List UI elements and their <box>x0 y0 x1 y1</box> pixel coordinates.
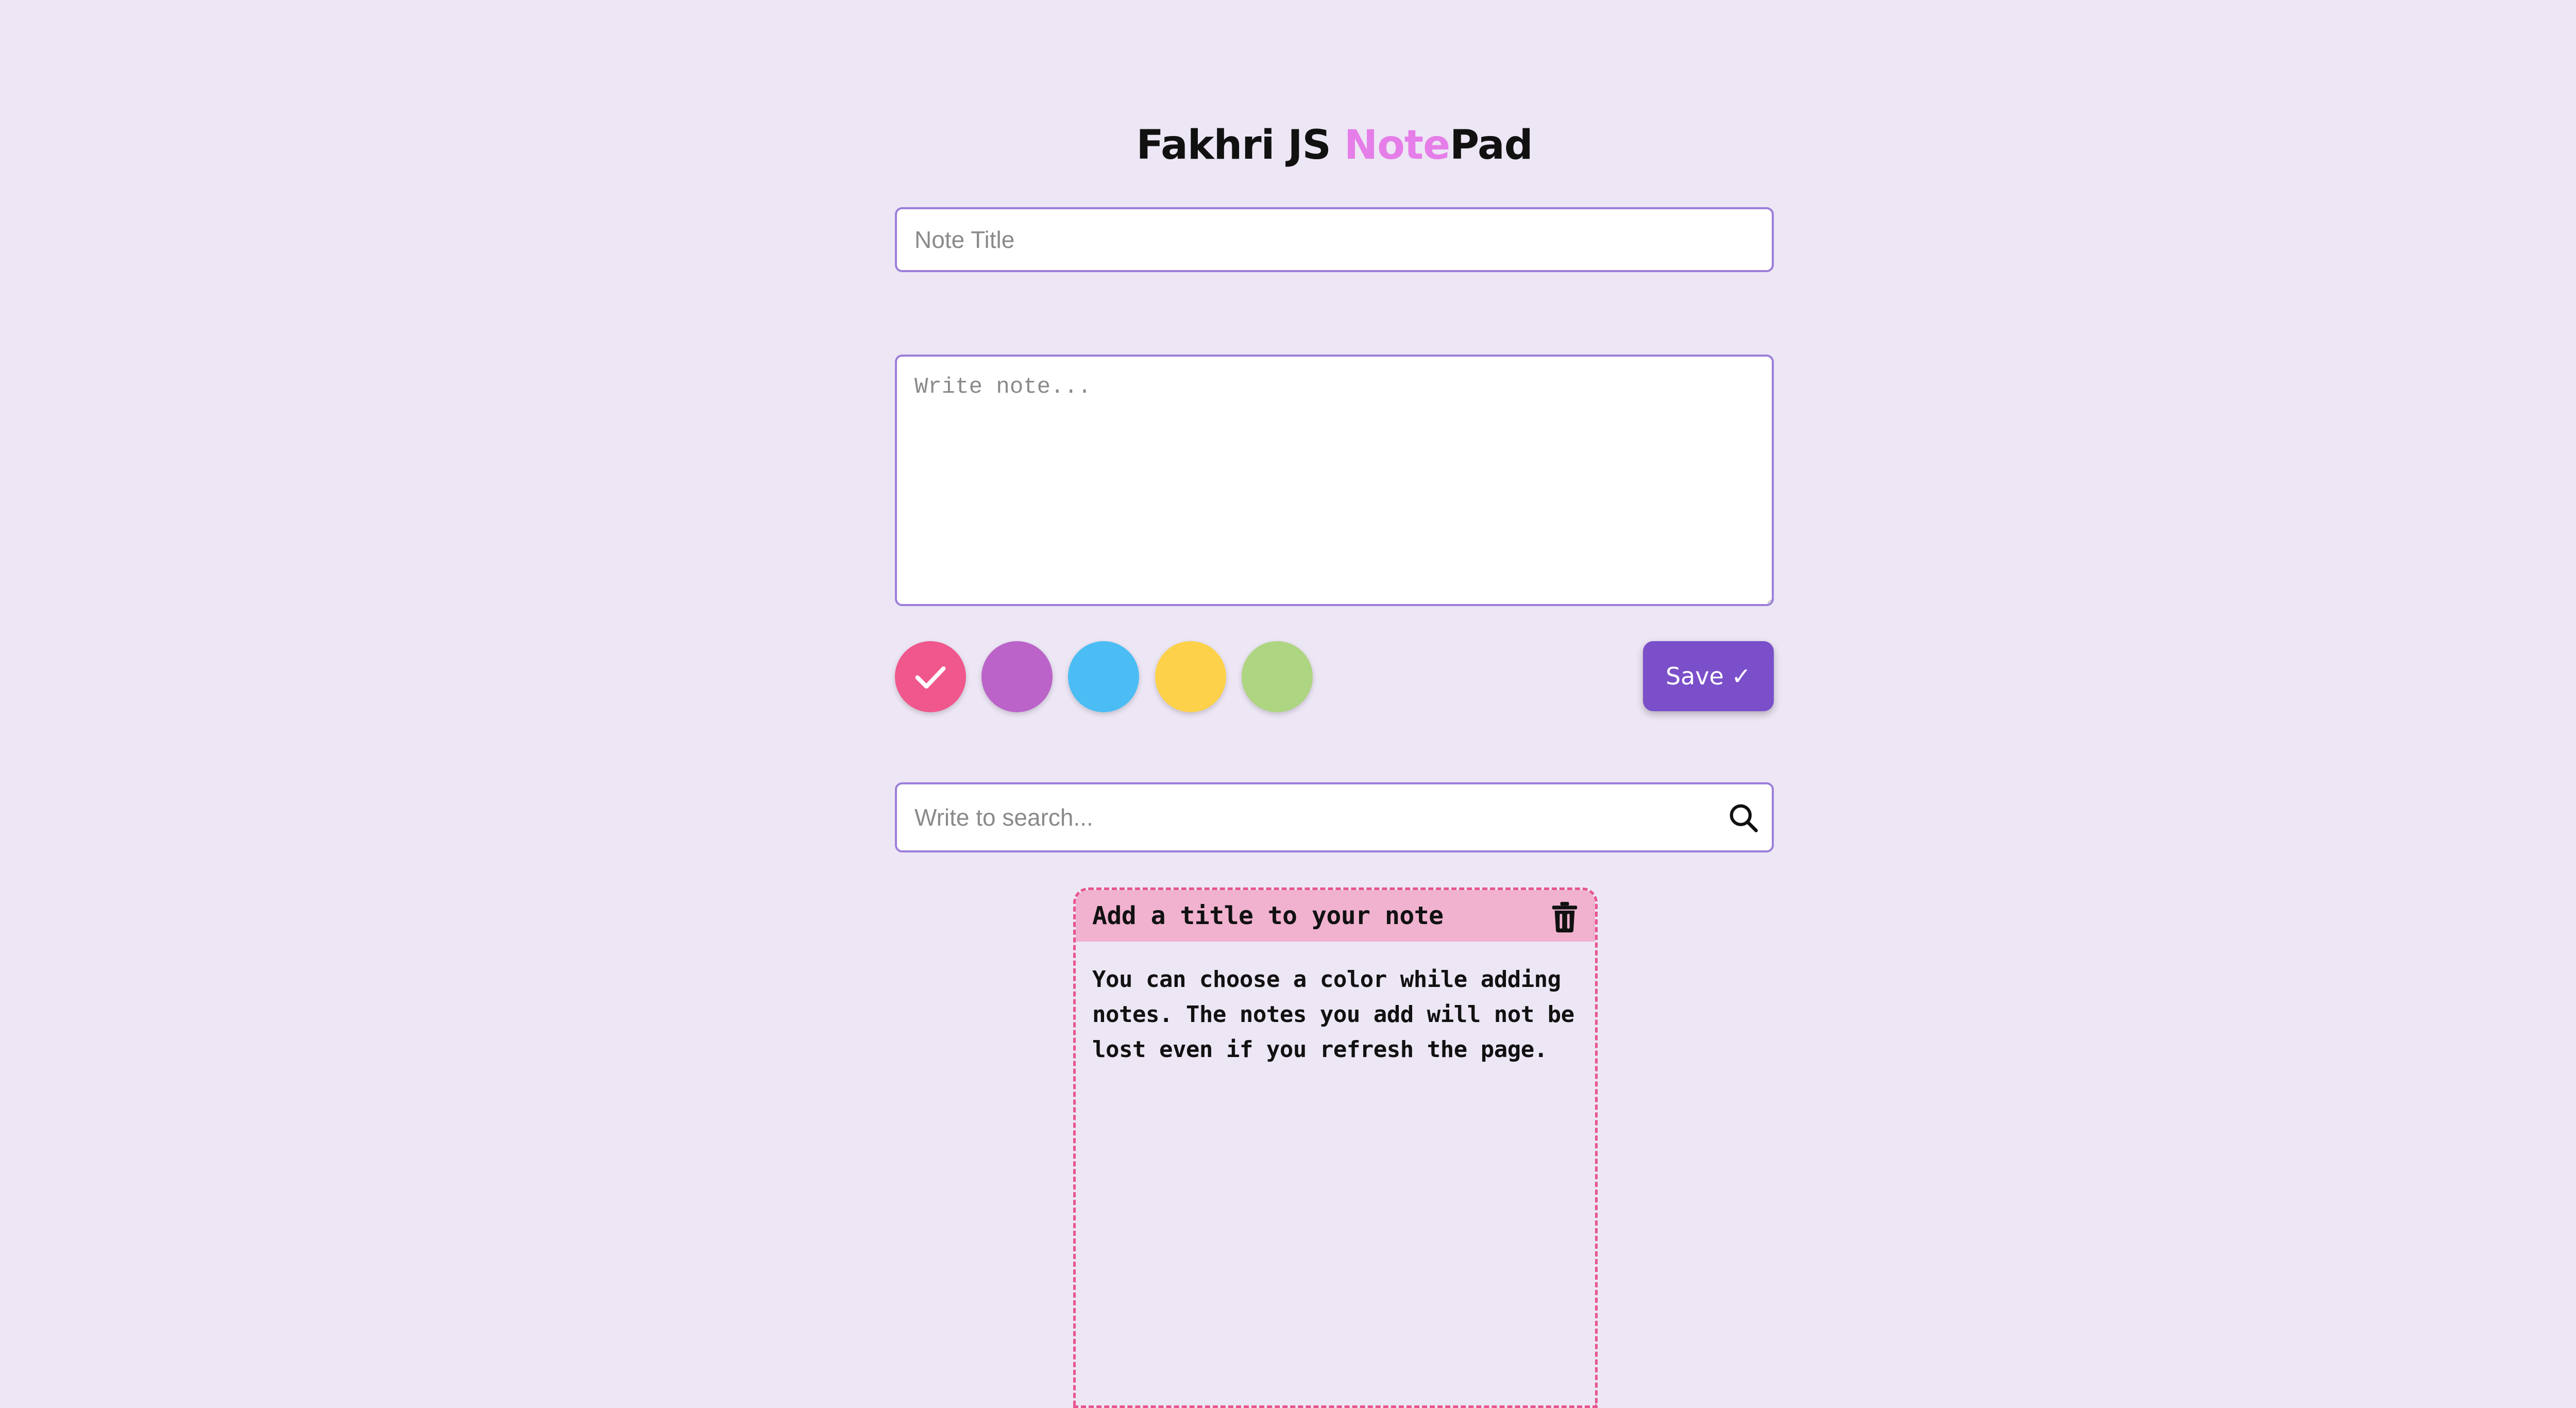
title-accent-text: Note <box>1344 122 1450 169</box>
search-bar <box>895 782 1774 852</box>
note-card-title: Add a title to your note <box>1092 901 1444 930</box>
color-swatch-yellow[interactable] <box>1155 641 1226 712</box>
note-card-text: You can choose a color while adding note… <box>1092 966 1574 1063</box>
note-card-header: Add a title to your note <box>1076 890 1595 942</box>
color-swatch-green[interactable] <box>1242 641 1313 712</box>
page-title: Fakhri JS NotePad <box>895 113 1774 177</box>
color-swatch-pink[interactable] <box>895 641 966 712</box>
note-body-textarea[interactable] <box>895 355 1774 606</box>
search-input[interactable] <box>895 782 1774 852</box>
color-swatch-blue[interactable] <box>1068 641 1139 712</box>
title-text: Fakhri JS <box>1136 122 1344 169</box>
save-button[interactable]: Save ✓ <box>1643 641 1774 711</box>
check-icon <box>915 666 946 689</box>
note-title-input[interactable] <box>895 207 1774 272</box>
trash-icon[interactable] <box>1550 900 1580 933</box>
title-text-end: Pad <box>1449 122 1533 169</box>
color-swatch-purple[interactable] <box>981 641 1053 712</box>
note-card: Add a title to your note You can choose … <box>1073 887 1598 1408</box>
search-icon[interactable] <box>1727 802 1759 834</box>
